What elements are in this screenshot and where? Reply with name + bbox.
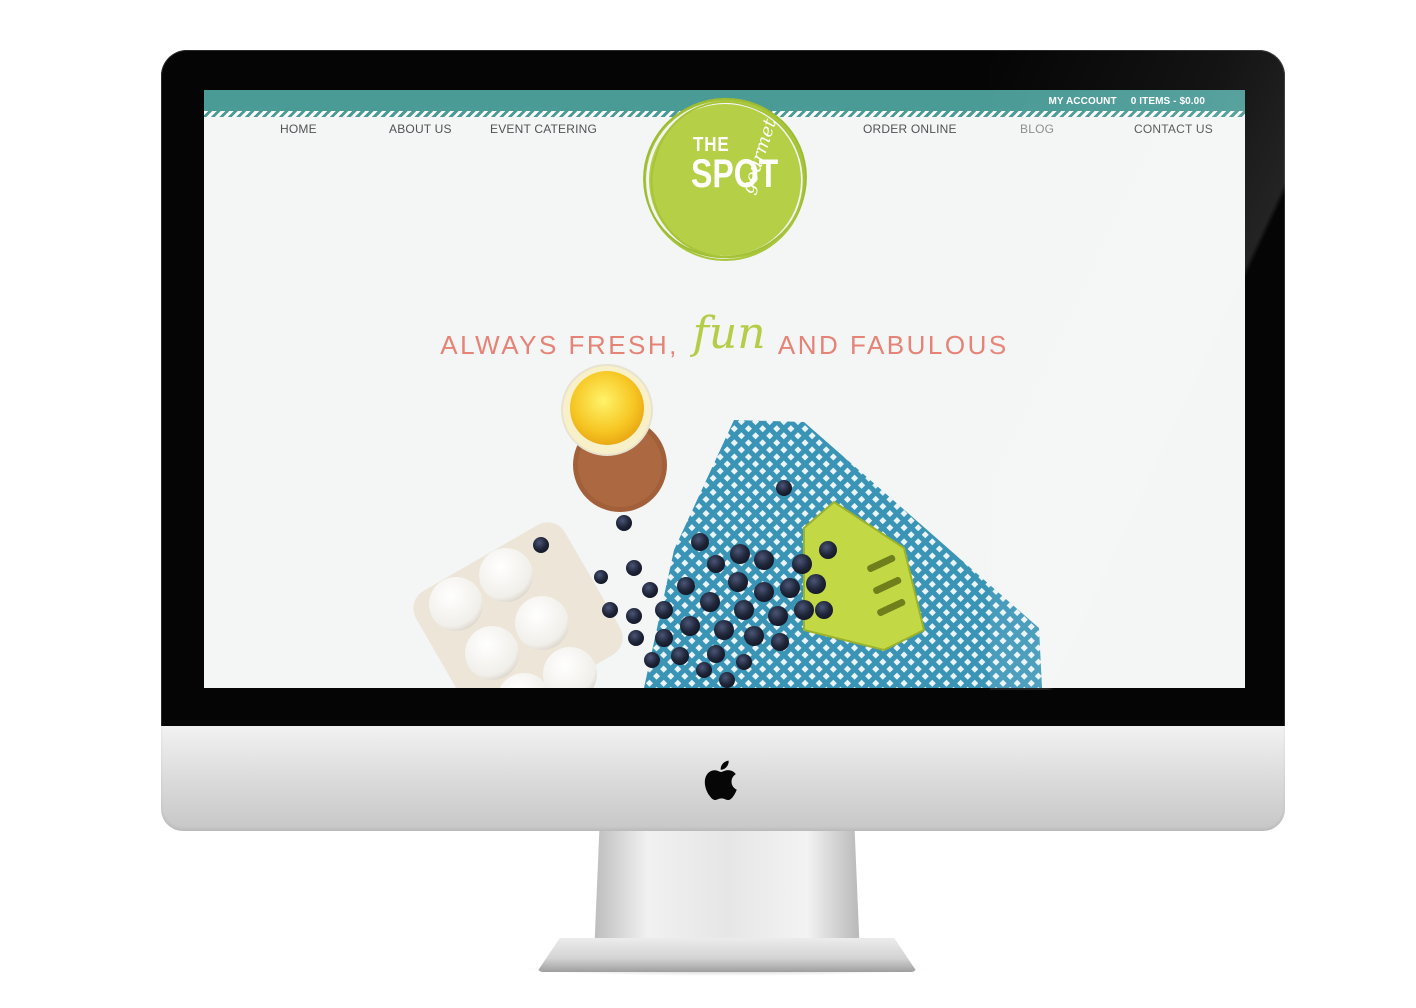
- nav-contact-us[interactable]: CONTACT US: [1134, 122, 1213, 136]
- wood-coaster: [573, 418, 667, 512]
- green-berry-basket: [803, 500, 926, 652]
- tagline-script-word: fun: [692, 308, 766, 359]
- my-account-link[interactable]: MY ACCOUNT: [1048, 96, 1116, 107]
- nav-about-us[interactable]: ABOUT US: [389, 122, 452, 136]
- account-links: MY ACCOUNT 0 ITEMS - $0.00: [1048, 93, 1205, 109]
- apple-icon: [704, 760, 737, 801]
- tagline-end: AND FABULOUS: [777, 330, 1009, 360]
- website-screen: MY ACCOUNT 0 ITEMS - $0.00 HOME ABOUT US…: [204, 90, 1245, 688]
- hero-tagline: ALWAYS FRESH, fun AND FABULOUS: [204, 308, 1245, 365]
- nav-event-catering[interactable]: EVENT CATERING: [490, 122, 597, 136]
- egg-carton: [413, 522, 623, 688]
- cart-summary-link[interactable]: 0 ITEMS - $0.00: [1131, 96, 1205, 107]
- blue-napkin: [644, 420, 1042, 688]
- nav-order-online[interactable]: ORDER ONLINE: [863, 122, 957, 136]
- blueberries: [533, 480, 837, 688]
- site-logo[interactable]: THE SPOT gourmet: [628, 90, 826, 278]
- juice-glass: [561, 364, 653, 456]
- nav-home[interactable]: HOME: [280, 122, 317, 136]
- tagline-start: ALWAYS FRESH,: [440, 330, 679, 360]
- nav-blog[interactable]: BLOG: [1020, 122, 1054, 136]
- monitor-stand-base: [537, 938, 917, 972]
